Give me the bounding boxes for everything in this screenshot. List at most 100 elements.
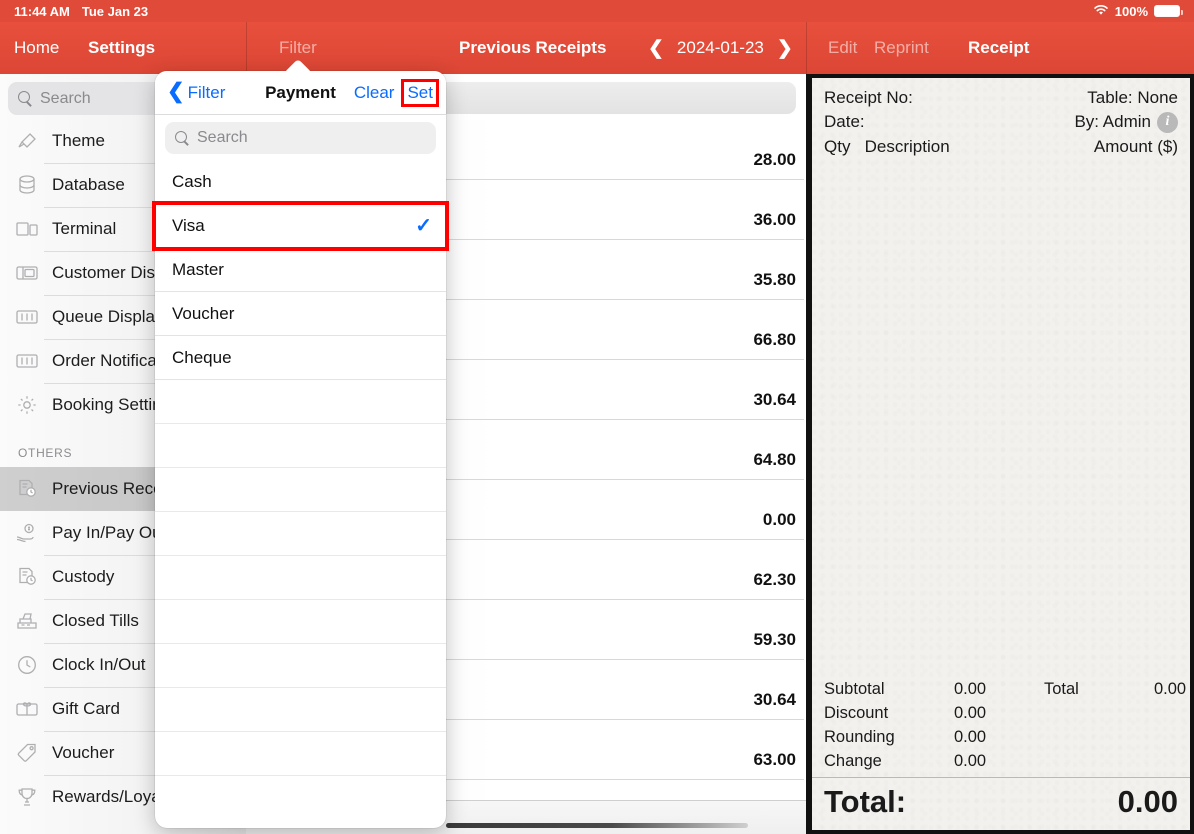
page-title: Previous Receipts [459, 38, 607, 57]
battery-percent-label: 100% [1114, 3, 1148, 19]
popover-search-wrapper: Search [155, 115, 446, 160]
payment-option-label: Visa [172, 215, 205, 235]
info-icon[interactable]: i [1157, 111, 1178, 133]
hand-money-icon [14, 521, 40, 545]
payment-option-visa[interactable]: Visa ✓ [152, 201, 449, 251]
sidebar-item-label: Database [52, 175, 125, 194]
sidebar-item-label: Custody [52, 567, 115, 586]
list-item [155, 512, 446, 556]
receipt-header: Receipt No: Table: None Date: By: Admin … [812, 78, 1190, 160]
subtotal-label: Subtotal [824, 680, 885, 698]
rounding-value: 0.00 [954, 728, 987, 746]
receipt-amount: 64.80 [753, 450, 796, 469]
list-item [155, 732, 446, 776]
receipt-date-label: Date: [824, 112, 865, 131]
receipt-amount: 35.80 [753, 270, 796, 289]
receipt-amount: 66.80 [753, 330, 796, 349]
selected-date-label[interactable]: 2024-01-23 [677, 38, 764, 58]
status-bar-left: 11:44 AM Tue Jan 23 [14, 4, 148, 19]
receipt-table-label: Table: None [1087, 88, 1178, 107]
list-item [155, 556, 446, 600]
receipt-amount: 59.30 [753, 630, 796, 649]
sidebar-item-label: Customer Disp [52, 263, 165, 282]
receipt-amount: 0.00 [762, 510, 796, 529]
chevron-left-icon: ❮ [167, 80, 185, 103]
nav-edit-button[interactable]: Edit [828, 22, 857, 74]
tag-icon [14, 741, 40, 765]
grand-total-value: 0.00 [1117, 784, 1178, 819]
search-icon [18, 91, 33, 106]
receipt-column-headers: Qty Description Amount ($) [824, 134, 1178, 160]
receipt-amount: 28.00 [753, 150, 796, 169]
pos-app-window: 11:44 AM Tue Jan 23 100% Home Settings F… [0, 0, 1194, 834]
nav-home-button[interactable]: Home [14, 22, 59, 74]
payment-options-list: Cash Visa ✓ Master Voucher Cheque [152, 160, 449, 776]
total-side-label: Total [1044, 680, 1079, 698]
trophy-icon [14, 785, 40, 809]
receipt-preview-pane: Receipt No: Table: None Date: By: Admin … [806, 74, 1194, 834]
clear-button[interactable]: Clear [354, 83, 395, 103]
receipt-amount: 36.00 [753, 210, 796, 229]
receipt-by-label: By: Admin [1074, 112, 1151, 131]
sidebar-item-label: Booking Settin [52, 395, 162, 414]
total-side-value: 0.00 [1154, 680, 1187, 698]
list-item [155, 644, 446, 688]
change-label: Change [824, 752, 882, 770]
subtotal-value: 0.00 [954, 680, 987, 698]
list-item [155, 424, 446, 468]
nav-reprint-button[interactable]: Reprint [874, 22, 929, 74]
list-item [155, 380, 446, 424]
ios-status-bar: 11:44 AM Tue Jan 23 100% [0, 0, 1194, 22]
sidebar-item-label: Order Notificat [52, 351, 162, 370]
chevron-right-icon[interactable]: ❯ [777, 39, 793, 58]
list-item [155, 688, 446, 732]
payment-option-label: Cash [172, 171, 212, 191]
popover-search-input[interactable]: Search [165, 122, 436, 154]
nav-settings-button[interactable]: Settings [88, 22, 155, 74]
sidebar-item-label: Previous Recei [52, 479, 167, 498]
payment-option-cash[interactable]: Cash [155, 160, 446, 204]
sidebar-item-label: Queue Display [52, 307, 164, 326]
nav-divider-1 [246, 22, 247, 74]
battery-icon [1154, 5, 1183, 17]
horizontal-scrollbar[interactable] [446, 823, 748, 828]
sidebar-item-label: Closed Tills [52, 611, 139, 630]
rounding-label: Rounding [824, 728, 895, 746]
nav-receipt-tab[interactable]: Receipt [968, 22, 1029, 74]
paintbrush-icon [14, 129, 40, 153]
grand-total-label: Total: [824, 784, 907, 819]
queue-display-icon [14, 305, 40, 329]
chevron-left-icon[interactable]: ❮ [648, 39, 664, 58]
sidebar-item-label: Clock In/Out [52, 655, 146, 674]
gear-icon [14, 393, 40, 417]
receipt-date-line: Date: By: Admin i [824, 110, 1178, 134]
status-bar-time: 11:44 AM [14, 3, 70, 19]
receipt-col-qty-desc: Qty Description [824, 134, 950, 160]
receipt-no-label: Receipt No: [824, 88, 913, 107]
receipt-by-group: By: Admin i [1074, 110, 1178, 134]
popover-back-button[interactable]: ❮ Filter [167, 80, 226, 103]
popover-back-label: Filter [187, 82, 226, 102]
clock-icon [14, 653, 40, 677]
top-navigation-bar: Home Settings Filter Previous Receipts ❮… [0, 22, 1194, 74]
receipt-col-description: Description [864, 137, 950, 156]
payment-option-master[interactable]: Master [155, 248, 446, 292]
sidebar-item-label: Voucher [52, 743, 115, 762]
receipt-col-amount: Amount ($) [1093, 137, 1178, 156]
receipt-clock-icon [14, 477, 40, 501]
payment-option-voucher[interactable]: Voucher [155, 292, 446, 336]
customer-display-icon [14, 261, 40, 285]
payment-filter-popover: ❮ Filter Payment Clear Set Search Cash V… [152, 71, 449, 828]
payment-option-cheque[interactable]: Cheque [155, 336, 446, 380]
sidebar-search-placeholder: Search [40, 89, 91, 107]
gift-card-icon [14, 697, 40, 721]
sidebar-item-label: Pay In/Pay Out [52, 523, 167, 542]
change-value: 0.00 [954, 752, 987, 770]
checkmark-icon: ✓ [415, 215, 432, 237]
set-button[interactable]: Set [401, 78, 439, 107]
